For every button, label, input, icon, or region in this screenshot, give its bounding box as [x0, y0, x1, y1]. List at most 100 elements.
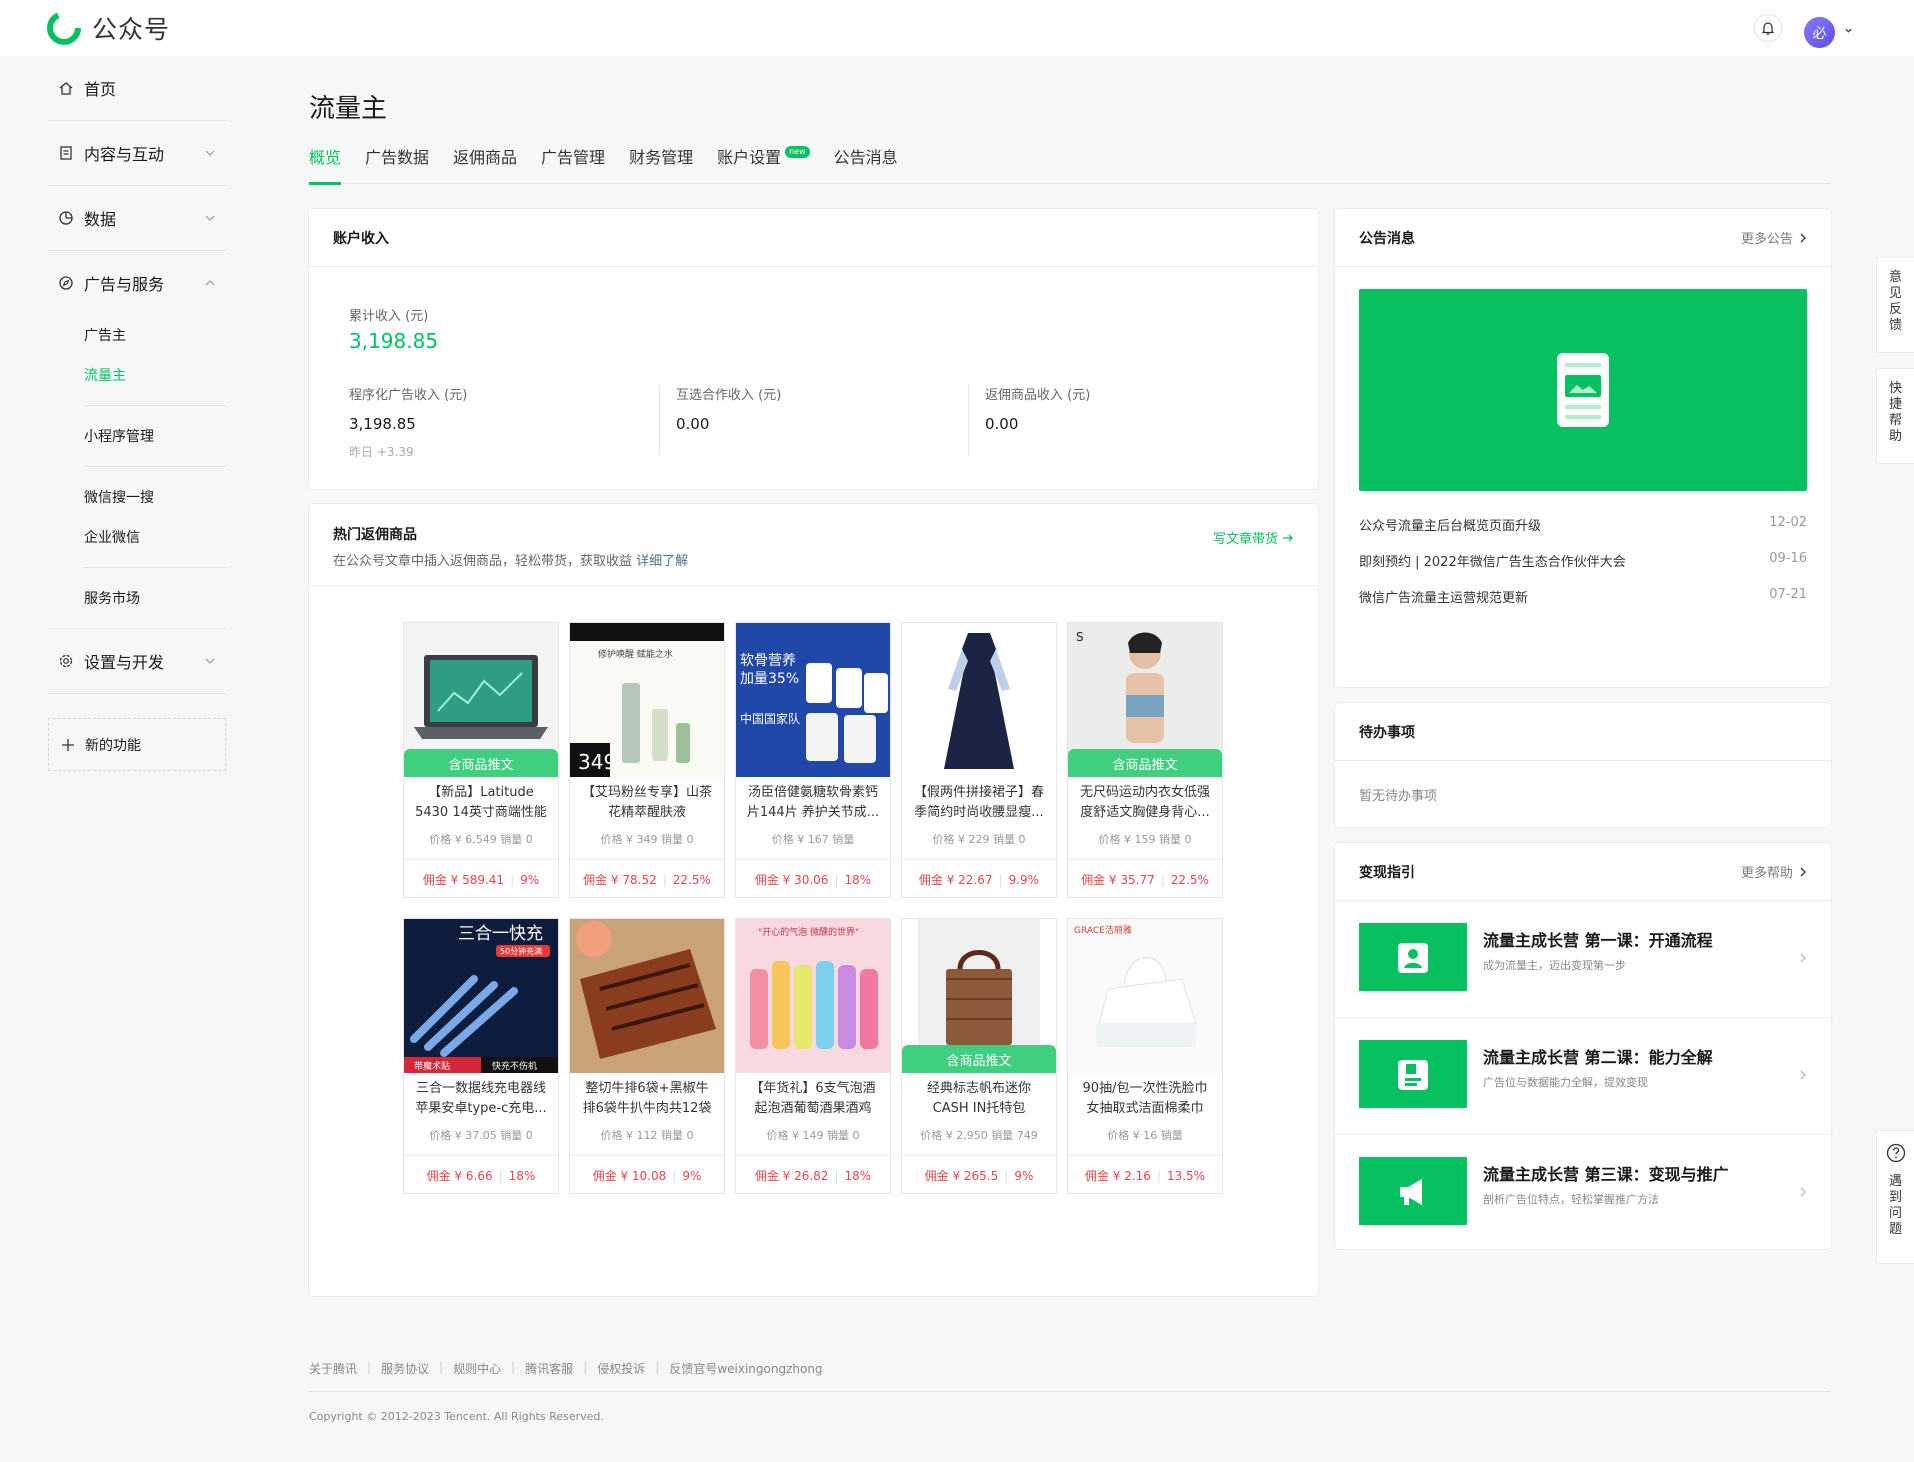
chevron-right-icon: [1800, 1187, 1806, 1197]
new-feature-button[interactable]: 新的功能: [48, 718, 226, 771]
commission-amount: 佣金 ¥ 589.41: [422, 873, 505, 887]
footer-link[interactable]: 服务协议: [381, 1360, 429, 1377]
tab-label: 概览: [309, 148, 342, 167]
product-meta: 价格 ¥ 167 销量: [771, 833, 855, 846]
hot-products-card: 热门返佣商品 在公众号文章中插入返佣商品，轻松带货，获取收益 详细了解 写文章带…: [309, 504, 1318, 1296]
tab-announcements[interactable]: 公告消息: [834, 144, 898, 184]
product-card[interactable]: 软骨营养 加量35% 中国国家队 汤臣倍健氨糖软骨素钙片144片 养护关节成... …: [735, 622, 891, 898]
sidebar-item-home[interactable]: 首页: [48, 56, 226, 120]
footer-link[interactable]: 规则中心: [453, 1360, 501, 1377]
product-commission: 佣金 ¥ 30.06 | 18%: [736, 859, 890, 899]
income-card: 账户收入 累计收入 (元) 3,198.85 程序化广告收入 (元) 3,198…: [309, 209, 1318, 489]
product-commission: 佣金 ¥ 6.66 | 18%: [404, 1155, 558, 1195]
write-article-button[interactable]: 写文章带货: [1213, 528, 1294, 547]
sidebar-subitem-service-market[interactable]: 服务市场: [48, 578, 226, 618]
commission-amount: 佣金 ¥ 78.52: [583, 873, 657, 887]
product-commission: 佣金 ¥ 22.67 | 9.9%: [902, 859, 1056, 899]
product-card[interactable]: 整切牛排6袋+黑椒牛排6袋牛扒牛肉共12袋配... 价格 ¥ 112 销量 0 …: [569, 918, 725, 1194]
tab-label: 广告数据: [365, 148, 430, 167]
product-card[interactable]: "开心的气泡 微醺的世界" 【年货礼】6支气泡酒起泡酒葡萄酒果酒鸡尾... 价格…: [735, 918, 891, 1194]
guide-item-desc: 剖析广告位特点，轻松掌握推广方法: [1483, 1193, 1659, 1206]
product-card[interactable]: 三合一快充 50分钟充满 带魔术贴 快充不伤机 三合一数据线充电器线苹果安卓type-…: [403, 918, 559, 1194]
sidebar-subitem-publisher[interactable]: 流量主: [48, 355, 226, 395]
footer-link[interactable]: 反馈官号weixingongzhong: [669, 1360, 822, 1377]
tab-ad-management[interactable]: 广告管理: [541, 144, 605, 184]
product-commission: 佣金 ¥ 589.41 | 9%: [404, 859, 558, 899]
product-image-dress: [902, 623, 1056, 777]
income-value: 0.00: [676, 415, 710, 433]
footer-link[interactable]: 侵权投诉: [597, 1360, 645, 1377]
product-name: 无尺码运动内衣女低强度舒适文胸健身背心...: [1079, 785, 1210, 820]
income-label: 互选合作收入 (元): [676, 388, 782, 403]
app-logo[interactable]: 公众号: [46, 10, 170, 46]
footer-link[interactable]: 关于腾讯: [309, 1360, 357, 1377]
feedback-label: 意见反馈: [1888, 270, 1902, 333]
footer-link[interactable]: 腾讯客服: [525, 1360, 573, 1377]
quick-help-button[interactable]: 快捷帮助: [1877, 369, 1914, 463]
product-card[interactable]: S 含商品推文 无尺码运动内衣女低强度舒适文胸健身背心... 价格 ¥ 159 …: [1067, 622, 1223, 898]
gear-icon: [59, 654, 73, 668]
tab-ad-data[interactable]: 广告数据: [365, 144, 429, 184]
sidebar-item-settings[interactable]: 设置与开发: [48, 629, 226, 693]
sidebar-subitem-wechat-search[interactable]: 微信搜一搜: [48, 477, 226, 517]
commission-rate: 9%: [520, 873, 540, 887]
sidebar-item-data[interactable]: 数据: [48, 186, 226, 250]
footer-links: 关于腾讯 | 服务协议 | 规则中心 | 腾讯客服 | 侵权投诉 | 反馈官号weixin…: [309, 1360, 823, 1377]
product-commission: 佣金 ¥ 26.82 | 18%: [736, 1155, 890, 1195]
tab-commission-products[interactable]: 返佣商品: [453, 144, 517, 184]
more-notices-link[interactable]: 更多公告: [1741, 228, 1807, 247]
chevron-right-icon: [1800, 953, 1806, 963]
tab-label: 账户设置: [717, 148, 782, 167]
guide-item[interactable]: 流量主成长营 第一课：开通流程 成为流量主，迈出变现第一步: [1335, 901, 1834, 1018]
promo-article-tag: 含商品推文: [902, 1045, 1056, 1073]
guide-card: 变现指引 更多帮助 流量主成长营 第一课：开通流程 成为流量主，迈出变现第一步 …: [1335, 843, 1834, 1252]
chevron-down-icon[interactable]: [1844, 26, 1853, 35]
sidebar-item-ads-services[interactable]: 广告与服务: [48, 251, 226, 315]
svg-text:加量35%: 加量35%: [740, 671, 799, 687]
sidebar-subitem-wecom[interactable]: 企业微信: [48, 517, 226, 557]
new-badge: new: [785, 146, 810, 158]
product-card[interactable]: 【假两件拼接裙子】春季简约时尚收腰显瘦... 价格 ¥ 229 销量 0 佣金 …: [901, 622, 1057, 898]
sidebar-subitem-advertiser[interactable]: 广告主: [48, 315, 226, 355]
notice-item[interactable]: 公众号流量主后台概览页面升级 12-02: [1359, 515, 1807, 534]
tab-overview[interactable]: 概览: [309, 144, 342, 185]
product-card[interactable]: 含商品推文 经典标志帆布迷你CASH IN托特包 价格 ¥ 2,950 销量 7…: [901, 918, 1057, 1194]
programmatic-income: 程序化广告收入 (元) 3,198.85 昨日 +3.39: [349, 384, 467, 459]
sidebar-item-content[interactable]: 内容与互动: [48, 121, 226, 185]
tab-account-settings[interactable]: 账户设置 new: [717, 144, 810, 184]
product-card[interactable]: 含商品推文 【新品】Latitude 5430 14英寸商端性能本 价格 ¥ 6…: [403, 622, 559, 898]
user-avatar[interactable]: 必: [1804, 17, 1835, 48]
product-image-sparkling-wine: "开心的气泡 微醺的世界": [736, 919, 890, 1073]
learn-more-link[interactable]: 详细了解: [636, 554, 688, 569]
chevron-right-icon: [1800, 233, 1806, 242]
feedback-button[interactable]: 意见反馈: [1877, 258, 1914, 352]
notice-item[interactable]: 微信广告流量主运营规范更新 07-21: [1359, 587, 1807, 606]
chevron-right-icon: [1800, 867, 1806, 876]
report-problem-button[interactable]: 遇到问题: [1877, 1131, 1914, 1263]
tab-finance[interactable]: 财务管理: [629, 144, 693, 184]
save-document-icon: [1398, 1060, 1428, 1090]
guide-title: 变现指引: [1359, 864, 1415, 881]
product-commission: 佣金 ¥ 265.5 | 9%: [902, 1155, 1056, 1195]
chevron-up-icon: [205, 280, 215, 286]
product-card[interactable]: 349 修护唤醒 赋能之水 【艾玛粉丝专享】山茶花精萃醒肤液200ml*... 价…: [569, 622, 725, 898]
sidebar-subitem-miniprogram[interactable]: 小程序管理: [48, 416, 226, 456]
income-card-title: 账户收入: [309, 209, 1318, 267]
notification-bell-icon[interactable]: [1754, 14, 1782, 42]
product-meta: 价格 ¥ 159 销量 0: [1098, 833, 1192, 846]
user-card-icon: [1398, 943, 1428, 973]
copyright: Copyright © 2012-2023 Tencent. All Right…: [309, 1410, 604, 1423]
tab-bar: 概览 广告数据 返佣商品 广告管理 财务管理 账户设置 new 公告消息: [309, 144, 1830, 185]
commission-amount: 佣金 ¥ 265.5: [924, 1169, 999, 1183]
notice-banner[interactable]: [1359, 289, 1807, 491]
more-help-link[interactable]: 更多帮助: [1741, 862, 1807, 881]
guide-item[interactable]: 流量主成长营 第三课：变现与推广 剖析广告位特点，轻松掌握推广方法: [1335, 1135, 1834, 1252]
notice-item[interactable]: 即刻预约 | 2022年微信广告生态合作伙伴大会 09-16: [1359, 551, 1807, 570]
report-problem-label: 遇到问题: [1888, 1174, 1902, 1237]
commission-rate: 22.5%: [672, 873, 711, 887]
guide-item[interactable]: 流量主成长营 第二课：能力全解 广告位与数据能力全解，提效变现: [1335, 1018, 1834, 1135]
product-meta: 价格 ¥ 112 销量 0: [600, 1129, 694, 1142]
chevron-down-icon: [205, 150, 215, 156]
product-card[interactable]: GRACE洁丽雅 90抽/包一次性洗脸巾女抽取式洁面棉柔巾干... 价格 ¥ 1…: [1067, 918, 1223, 1194]
guide-item-title: 流量主成长营 第一课：开通流程: [1483, 931, 1713, 950]
